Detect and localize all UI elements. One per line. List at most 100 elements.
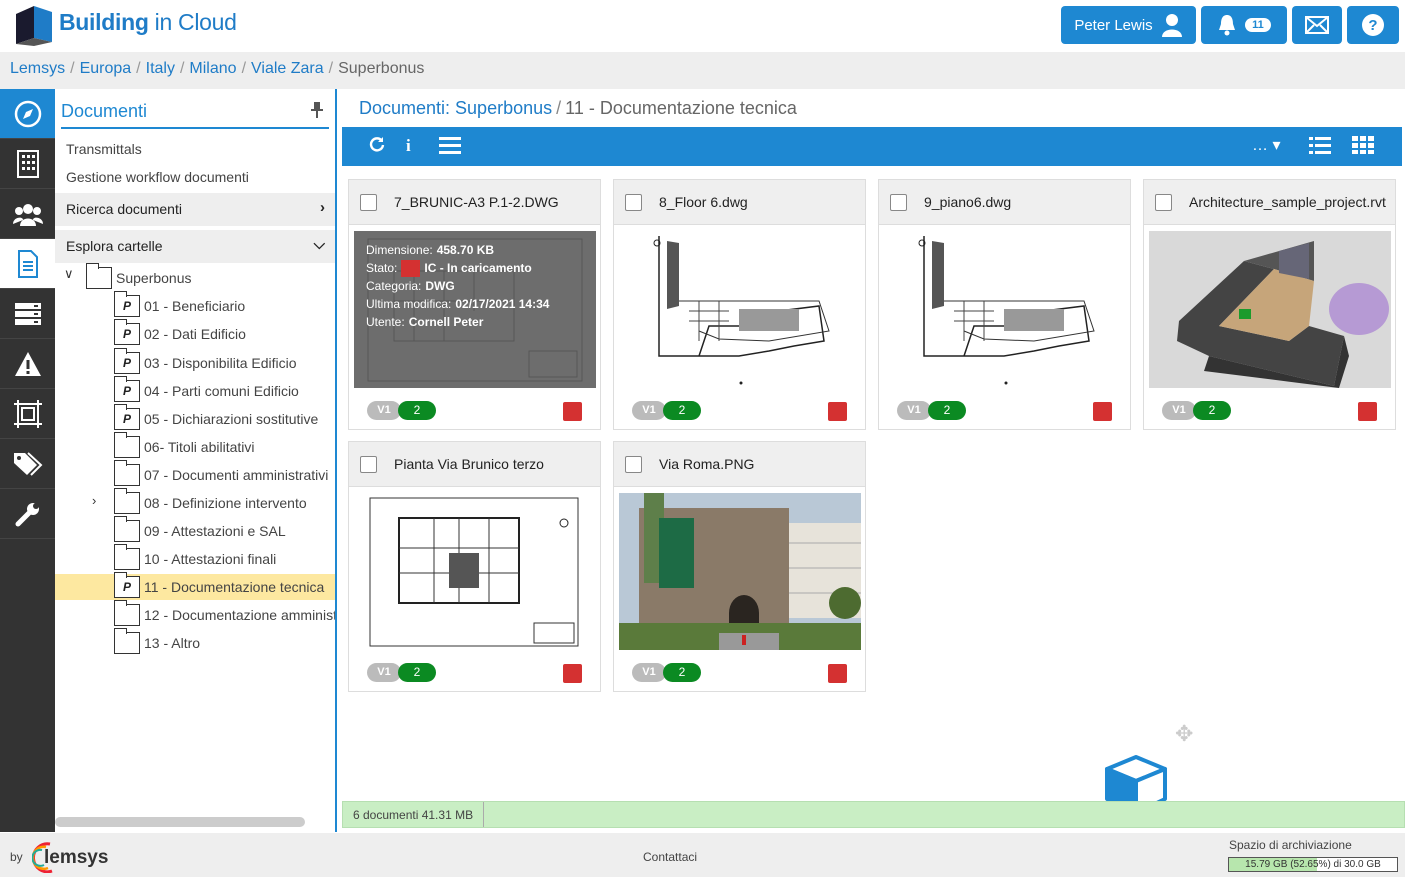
folder-item[interactable]: P 02 - Dati Edificio bbox=[114, 319, 246, 347]
document-name[interactable]: Architecture_sample_project.rvt bbox=[1189, 194, 1386, 210]
breadcrumb-item[interactable]: Europa bbox=[80, 60, 132, 77]
nav-building[interactable] bbox=[0, 139, 55, 189]
breadcrumb-item[interactable]: Italy bbox=[146, 60, 175, 77]
workflow-link[interactable]: Gestione workflow documenti bbox=[55, 163, 335, 191]
tags-icon bbox=[13, 451, 42, 476]
nav-tools[interactable] bbox=[0, 489, 55, 539]
folder-icon bbox=[114, 432, 140, 458]
building-logo-icon[interactable] bbox=[12, 4, 56, 46]
nav-bim[interactable] bbox=[0, 389, 55, 439]
breadcrumb-item[interactable]: Lemsys bbox=[10, 60, 65, 77]
document-thumbnail[interactable]: Dimensione: 458.70 KB Stato: IC - In caric… bbox=[354, 231, 596, 388]
document-thumbnail[interactable] bbox=[884, 231, 1126, 388]
pin-icon[interactable] bbox=[311, 102, 323, 121]
brand-title[interactable]: Building in Cloud bbox=[59, 9, 237, 36]
title-root[interactable]: Documenti: Superbonus bbox=[359, 98, 552, 118]
move-icon[interactable]: ✥ bbox=[1175, 721, 1193, 747]
status-indicator[interactable] bbox=[828, 402, 847, 421]
document-thumbnail[interactable] bbox=[1149, 231, 1391, 388]
version-badge[interactable]: V1 bbox=[1162, 401, 1196, 420]
document-name[interactable]: 9_piano6.dwg bbox=[924, 194, 1011, 210]
folder-item[interactable]: 12 - Documentazione amministr bbox=[114, 600, 335, 628]
search-documents-section[interactable]: Ricerca documenti › bbox=[55, 193, 335, 226]
document-name[interactable]: Via Roma.PNG bbox=[659, 456, 754, 472]
select-checkbox[interactable] bbox=[625, 455, 642, 473]
document-name[interactable]: Pianta Via Brunico terzo bbox=[394, 456, 544, 472]
refresh-icon[interactable] bbox=[369, 136, 385, 157]
nav-warnings[interactable] bbox=[0, 339, 55, 389]
folder-item[interactable]: P 04 - Parti comuni Edificio bbox=[114, 376, 299, 404]
breadcrumb-item[interactable]: Milano bbox=[189, 60, 236, 77]
folder-item[interactable]: 10 - Attestazioni finali bbox=[114, 544, 276, 572]
version-badge[interactable]: V1 bbox=[367, 401, 401, 420]
lemsys-logo[interactable]: lemsys bbox=[31, 841, 142, 874]
version-badge[interactable]: V1 bbox=[632, 663, 666, 682]
status-indicator[interactable] bbox=[563, 664, 582, 683]
breadcrumb-item[interactable]: Viale Zara bbox=[251, 60, 324, 77]
document-thumbnail[interactable] bbox=[619, 231, 861, 388]
grid-view-icon[interactable] bbox=[1352, 136, 1374, 159]
document-card[interactable]: 9_piano6.dwg V1 2 bbox=[878, 179, 1131, 430]
tree-root-folder[interactable]: Superbonus bbox=[86, 263, 192, 291]
folder-item-selected[interactable]: P 11 - Documentazione tecnica bbox=[55, 572, 335, 600]
info-icon[interactable]: i bbox=[406, 136, 411, 156]
nav-list[interactable] bbox=[0, 289, 55, 339]
more-options-dropdown[interactable]: … ▾ bbox=[1252, 135, 1280, 155]
folder-item[interactable]: 07 - Documenti amministrativi bbox=[114, 460, 328, 488]
status-indicator[interactable] bbox=[1093, 402, 1112, 421]
page-title: Documenti: Superbonus/11 - Documentazion… bbox=[359, 98, 797, 118]
horizontal-scrollbar[interactable] bbox=[55, 817, 305, 827]
select-checkbox[interactable] bbox=[360, 193, 377, 211]
list-view-icon[interactable] bbox=[1309, 136, 1331, 159]
version-badge[interactable]: V1 bbox=[897, 401, 931, 420]
version-badge[interactable]: V1 bbox=[367, 663, 401, 682]
select-checkbox[interactable] bbox=[890, 193, 907, 211]
document-card[interactable]: Pianta Via Brunico terzo V1 2 bbox=[348, 441, 601, 692]
nav-users[interactable] bbox=[0, 189, 55, 239]
document-card[interactable]: 7_BRUNIC-A3 P.1-2.DWG Dimensione: 458.70 … bbox=[348, 179, 601, 430]
document-thumbnail[interactable] bbox=[354, 493, 596, 650]
select-checkbox[interactable] bbox=[625, 193, 642, 211]
chevron-right-icon[interactable]: › bbox=[92, 493, 96, 508]
status-indicator[interactable] bbox=[1358, 402, 1377, 421]
contact-link[interactable]: Contattaci bbox=[643, 850, 697, 864]
folder-item[interactable]: P 03 - Disponibilita Edificio bbox=[114, 348, 297, 376]
document-card[interactable]: Via Roma.PNG V1 2 bbox=[613, 441, 866, 692]
hamburger-menu-icon[interactable] bbox=[439, 136, 461, 159]
version-count-badge[interactable]: 2 bbox=[928, 401, 966, 420]
status-indicator[interactable] bbox=[828, 664, 847, 683]
nav-documents[interactable] bbox=[0, 239, 55, 289]
section-label: Esplora cartelle bbox=[66, 238, 163, 254]
help-button[interactable]: ? bbox=[1347, 6, 1399, 44]
folder-icon bbox=[114, 516, 140, 542]
version-count-badge[interactable]: 2 bbox=[1193, 401, 1231, 420]
users-icon bbox=[12, 203, 43, 226]
messages-button[interactable] bbox=[1292, 6, 1342, 44]
document-card[interactable]: Architecture_sample_project.rvt V1 2 bbox=[1143, 179, 1396, 430]
explore-folders-section[interactable]: Esplora cartelle ⌵ bbox=[55, 230, 335, 263]
folder-item[interactable]: 06- Titoli abilitativi bbox=[114, 432, 255, 460]
folder-item[interactable]: 13 - Altro bbox=[114, 628, 200, 656]
folder-item[interactable]: P 01 - Beneficiario bbox=[114, 291, 245, 319]
folder-item[interactable]: P 05 - Dichiarazioni sostitutive bbox=[114, 404, 318, 432]
nav-dashboard[interactable] bbox=[0, 89, 55, 139]
folder-item[interactable]: 09 - Attestazioni e SAL bbox=[114, 516, 286, 544]
chevron-down-icon[interactable]: ∨ bbox=[64, 266, 74, 282]
nav-tags[interactable] bbox=[0, 439, 55, 489]
select-checkbox[interactable] bbox=[1155, 193, 1172, 211]
folder-item[interactable]: 08 - Definizione intervento bbox=[114, 488, 307, 516]
version-count-badge[interactable]: 2 bbox=[663, 663, 701, 682]
version-count-badge[interactable]: 2 bbox=[398, 663, 436, 682]
version-count-badge[interactable]: 2 bbox=[663, 401, 701, 420]
user-menu-button[interactable]: Peter Lewis bbox=[1061, 6, 1196, 44]
document-card[interactable]: 8_Floor 6.dwg V1 2 bbox=[613, 179, 866, 430]
version-badge[interactable]: V1 bbox=[632, 401, 666, 420]
version-count-badge[interactable]: 2 bbox=[398, 401, 436, 420]
select-checkbox[interactable] bbox=[360, 455, 377, 473]
document-thumbnail[interactable] bbox=[619, 493, 861, 650]
document-name[interactable]: 7_BRUNIC-A3 P.1-2.DWG bbox=[394, 194, 559, 210]
transmittals-link[interactable]: Transmittals bbox=[55, 135, 335, 163]
document-name[interactable]: 8_Floor 6.dwg bbox=[659, 194, 748, 210]
notifications-button[interactable]: 11 bbox=[1201, 6, 1287, 44]
status-indicator[interactable] bbox=[563, 402, 582, 421]
